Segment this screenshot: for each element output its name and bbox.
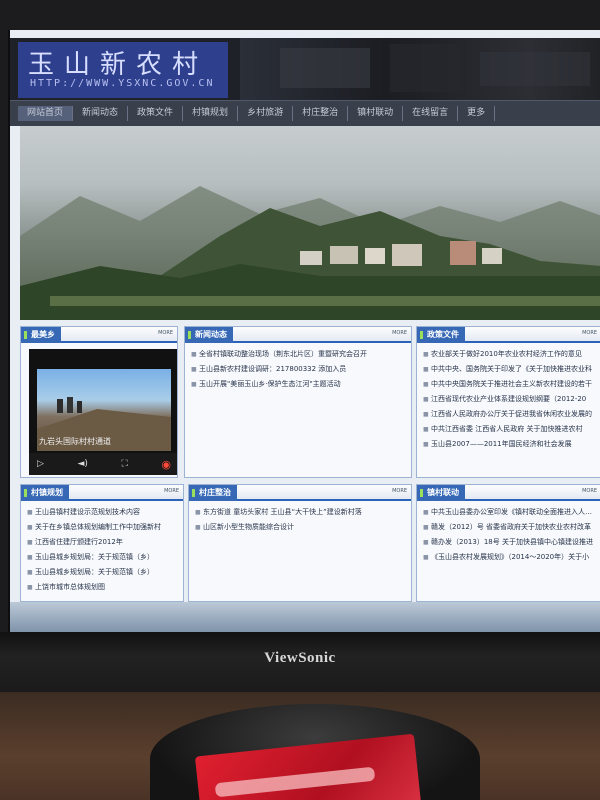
list-item[interactable]: 王山县镇村建设示范规划技术内容 xyxy=(27,505,179,520)
browser-screen: 玉山新农村 HTTP://WWW.YSXNC.GOV.CN 网站首页 新闻动态 … xyxy=(8,30,600,632)
renovation-list: 东方街道 童坊头家村 王山县“大干快上”建设新村落 山区新小型生物质能综合设计 xyxy=(189,501,411,535)
planning-list: 王山县镇村建设示范规划技术内容 关于在乡镇总体规划编制工作中加强新村 江西省住建… xyxy=(21,501,183,595)
volume-icon[interactable]: ◄) xyxy=(77,459,87,469)
list-item[interactable]: 玉山开展"美丽玉山乡·保护生态江河"主题活动 xyxy=(191,377,407,392)
nav-item-news[interactable]: 新闻动态 xyxy=(73,106,129,121)
linkage-box-more-link[interactable]: MORE xyxy=(582,488,597,494)
renovation-box-title: 村庄整治 xyxy=(189,485,237,501)
news-list: 全省村镇联动整治现场（荆东北片区）重暨研究会召开 王山县新农村建设调研：2178… xyxy=(185,343,411,392)
video-frame[interactable]: 九岩头国际村村通道 xyxy=(37,369,171,451)
list-item[interactable]: 上饶市城市总体规划图 xyxy=(27,580,179,595)
linkage-box: 镇村联动 MORE 中共玉山县委办公室印发《镇村联动全面推进入人主要任务 赣发（… xyxy=(416,484,600,602)
list-item[interactable]: 全省村镇联动整治现场（荆东北片区）重暨研究会召开 xyxy=(191,347,407,362)
list-item[interactable]: 玉山县城乡规划局：关于规范镇（乡） xyxy=(27,550,179,565)
list-item[interactable]: 赣办发（2013）18号 关于加快县镇中心镇建设推进 xyxy=(423,535,597,550)
list-item[interactable]: 中共江西省委 江西省人民政府 关于加快推进农村 xyxy=(423,422,597,437)
policy-box-more-link[interactable]: MORE xyxy=(582,330,597,336)
planning-box-title: 村镇规划 xyxy=(21,485,69,501)
banner-landscape-graphic xyxy=(20,186,600,320)
renovation-box-header: 村庄整治 MORE xyxy=(189,485,411,501)
news-box-more-link[interactable]: MORE xyxy=(392,330,407,336)
renovation-box: 村庄整治 MORE 东方街道 童坊头家村 王山县“大干快上”建设新村落 山区新小… xyxy=(188,484,412,602)
policy-list: 农业部关于做好2010年农业农村经济工作的意见 中共中央、国务院关于印发了《关于… xyxy=(417,343,600,452)
list-item[interactable]: 中共中央、国务院关于印发了《关于加快推进农业科 xyxy=(423,362,597,377)
list-item[interactable]: 《玉山县农村发展规划》（2014～2020年）关于小 xyxy=(423,550,597,565)
list-item[interactable]: 玉山县城乡规划局：关于规范镇（乡） xyxy=(27,565,179,580)
site-url: HTTP://WWW.YSXNC.GOV.CN xyxy=(30,78,215,89)
list-item[interactable]: 江西省住建厅颁建行2012年 xyxy=(27,535,179,550)
play-icon[interactable]: ▷ xyxy=(37,459,44,469)
banner-photo xyxy=(20,126,600,320)
site-header: 玉山新农村 HTTP://WWW.YSXNC.GOV.CN xyxy=(10,38,600,100)
list-item[interactable]: 山区新小型生物质能综合设计 xyxy=(195,520,407,535)
list-item[interactable]: 江西省人民政府办公厅关于促进我省休闲农业发展的 xyxy=(423,407,597,422)
nav-item-linkage[interactable]: 镇村联动 xyxy=(348,106,404,121)
list-item[interactable]: 中共玉山县委办公室印发《镇村联动全面推进入人主要任务 xyxy=(423,505,597,520)
news-box: 新闻动态 MORE 全省村镇联动整治现场（荆东北片区）重暨研究会召开 王山县新农… xyxy=(184,326,412,478)
video-box: 最美乡 MORE 九岩头国际村村通道 ▷ ◄) ⛶ ◉ xyxy=(20,326,178,478)
planning-box-header: 村镇规划 MORE xyxy=(21,485,183,501)
main-nav: 网站首页 新闻动态 政策文件 村镇规划 乡村旅游 村庄整治 镇村联动 在线留言 … xyxy=(10,100,600,126)
screen-bottom-band xyxy=(10,602,600,632)
nav-item-renovation[interactable]: 村庄整治 xyxy=(293,106,349,121)
planning-box: 村镇规划 MORE 王山县镇村建设示范规划技术内容 关于在乡镇总体规划编制工作中… xyxy=(20,484,184,602)
planning-box-more-link[interactable]: MORE xyxy=(164,488,179,494)
site-logo[interactable]: 玉山新农村 HTTP://WWW.YSXNC.GOV.CN xyxy=(18,42,228,98)
policy-box-title: 政策文件 xyxy=(417,327,465,343)
linkage-box-title: 镇村联动 xyxy=(417,485,465,501)
list-item[interactable]: 玉山县2007——2011年国民经济和社会发展 xyxy=(423,437,597,452)
nav-item-guestbook[interactable]: 在线留言 xyxy=(403,106,459,121)
monitor: 玉山新农村 HTTP://WWW.YSXNC.GOV.CN 网站首页 新闻动态 … xyxy=(0,0,600,800)
nav-item-more[interactable]: 更多 xyxy=(458,106,496,121)
renovation-box-more-link[interactable]: MORE xyxy=(392,488,407,494)
nav-item-home[interactable]: 网站首页 xyxy=(18,106,74,121)
monitor-brand-logo: ViewSonic xyxy=(264,650,336,666)
list-item[interactable]: 农业部关于做好2010年农业农村经济工作的意见 xyxy=(423,347,597,362)
list-item[interactable]: 中共中央国务院关于推进社会主义新农村建设的若干 xyxy=(423,377,597,392)
list-item[interactable]: 江西省现代农业产业体系建设规划纲要（2012-20 xyxy=(423,392,597,407)
linkage-box-header: 镇村联动 MORE xyxy=(417,485,600,501)
nav-item-planning[interactable]: 村镇规划 xyxy=(183,106,239,121)
list-item[interactable]: 赣发（2012）号 省委省政府关于加快农业农村改革 xyxy=(423,520,597,535)
header-decoration-graphic xyxy=(280,44,590,92)
video-box-header: 最美乡 MORE xyxy=(21,327,177,343)
site-title: 玉山新农村 xyxy=(28,50,209,80)
news-box-title: 新闻动态 xyxy=(185,327,233,343)
policy-box: 政策文件 MORE 农业部关于做好2010年农业农村经济工作的意见 中共中央、国… xyxy=(416,326,600,478)
policy-box-header: 政策文件 MORE xyxy=(417,327,600,343)
nav-item-tourism[interactable]: 乡村旅游 xyxy=(238,106,294,121)
list-item[interactable]: 东方街道 童坊头家村 王山县“大干快上”建设新村落 xyxy=(195,505,407,520)
nav-item-policy[interactable]: 政策文件 xyxy=(128,106,184,121)
video-caption: 九岩头国际村村通道 xyxy=(39,437,111,446)
video-box-title: 最美乡 xyxy=(21,327,61,343)
header-decoration xyxy=(240,38,600,100)
fullscreen-icon[interactable]: ⛶ xyxy=(121,459,127,469)
linkage-list: 中共玉山县委办公室印发《镇村联动全面推进入人主要任务 赣发（2012）号 省委省… xyxy=(417,501,600,565)
video-controls: ▷ ◄) ⛶ ◉ xyxy=(29,453,177,475)
record-icon[interactable]: ◉ xyxy=(161,458,171,471)
list-item[interactable]: 王山县新农村建设调研：217800332 添加入员 xyxy=(191,362,407,377)
video-box-more-link[interactable]: MORE xyxy=(158,330,173,336)
video-player[interactable]: 九岩头国际村村通道 ▷ ◄) ⛶ ◉ xyxy=(29,349,177,475)
news-box-header: 新闻动态 MORE xyxy=(185,327,411,343)
list-item[interactable]: 关于在乡镇总体规划编制工作中加强新村 xyxy=(27,520,179,535)
